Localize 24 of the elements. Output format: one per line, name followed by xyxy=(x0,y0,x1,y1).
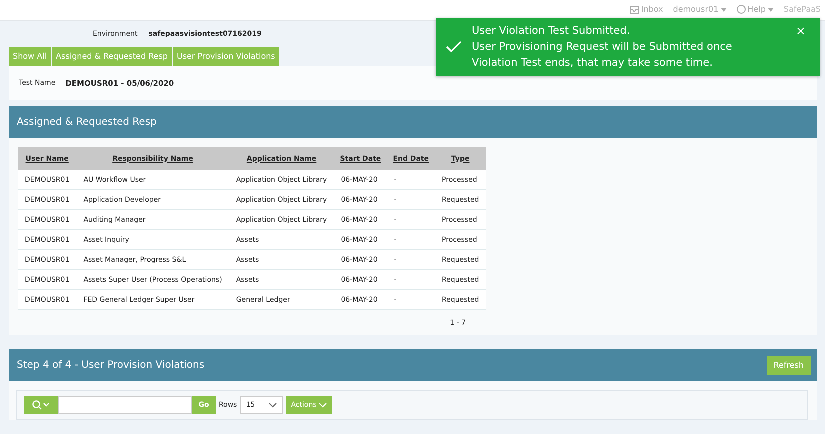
caret-icon xyxy=(720,8,727,12)
tab[interactable]: User Provision Violations xyxy=(172,47,280,66)
chevron-icon xyxy=(269,402,278,408)
tab[interactable]: Assigned & Requested Resp xyxy=(52,47,172,66)
inbox-icon xyxy=(630,6,640,14)
search-field[interactable] xyxy=(58,396,192,414)
chevron-icon xyxy=(318,402,327,408)
toast-message: Violation Test ends, that may take some time. xyxy=(472,56,713,70)
region-title: Assigned & Requested Resp xyxy=(17,116,157,128)
search-icon xyxy=(32,400,50,410)
refresh-button[interactable]: Refresh xyxy=(766,356,811,374)
help-icon xyxy=(736,5,746,14)
tab[interactable]: Show All xyxy=(9,47,52,66)
header-link[interactable]: Help xyxy=(736,5,774,14)
toast-message: User Provisioning Request will be Submitted once xyxy=(472,40,732,54)
check-icon xyxy=(446,41,462,53)
close-button[interactable]: × xyxy=(796,24,806,38)
header-link[interactable]: SafePaaS xyxy=(784,5,821,14)
toast-message: User Violation Test Submitted. xyxy=(472,24,630,38)
region-title: Step 4 of 4 - User Provision Violations xyxy=(17,360,205,370)
search-menu-button[interactable] xyxy=(24,396,58,414)
header-link[interactable]: demousr01 xyxy=(673,5,727,14)
caret-icon xyxy=(768,8,774,12)
header-link[interactable]: Inbox xyxy=(630,5,664,14)
